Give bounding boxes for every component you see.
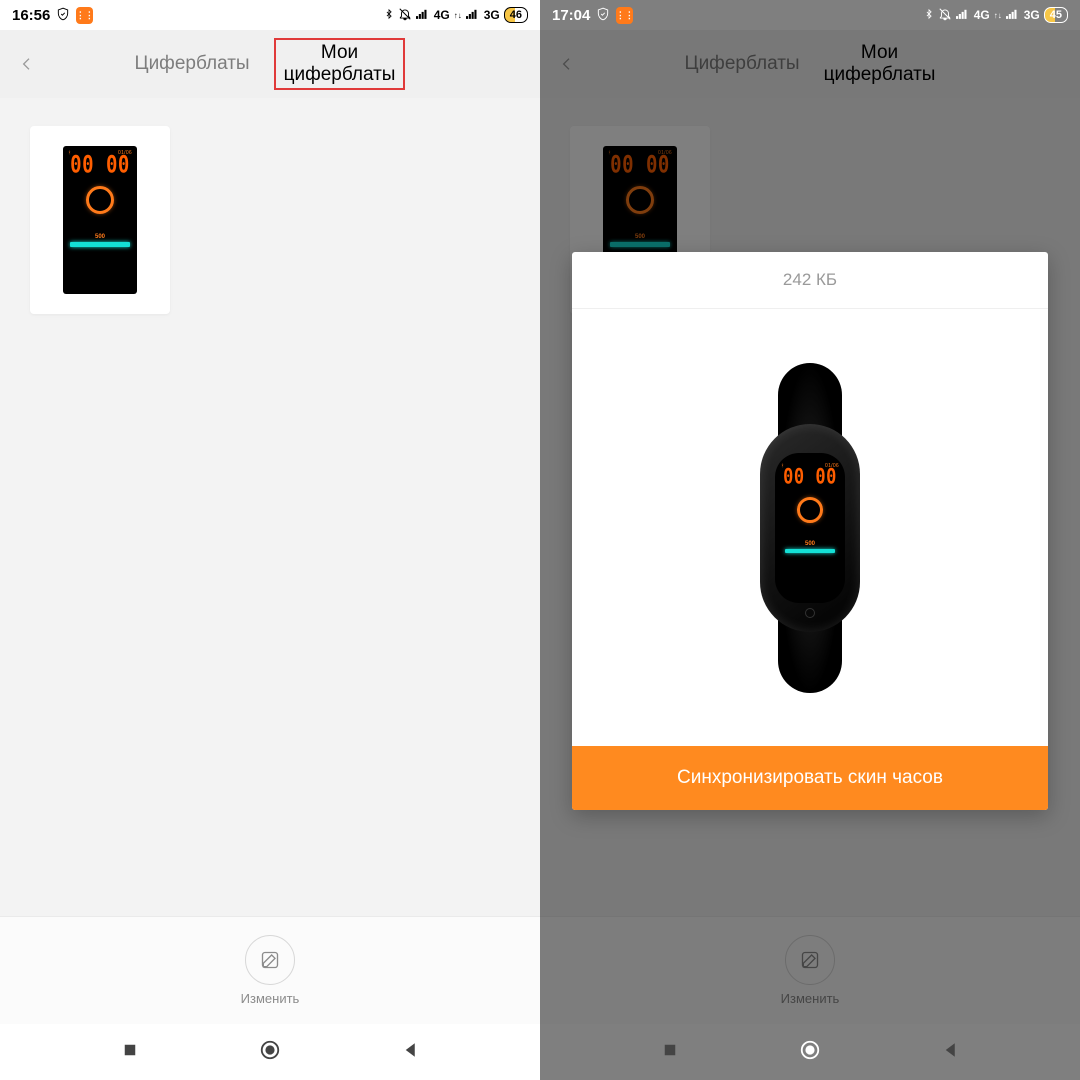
network-2-label: 3G	[484, 8, 500, 22]
app-badge-icon: ⋮⋮	[76, 7, 93, 24]
wf-progress-bar	[70, 242, 130, 247]
nav-back-icon[interactable]	[942, 1041, 960, 1064]
edit-label: Изменить	[241, 991, 300, 1006]
bottom-bar: Изменить	[0, 916, 540, 1024]
tab-my-dials-line1: Мои	[321, 42, 358, 63]
tab-my-dials-line2: циферблаты	[284, 64, 396, 85]
band-body: ᚼ01/06 00 00 500	[760, 424, 860, 632]
edit-label: Изменить	[781, 991, 840, 1006]
watchface-preview: ᚼ01/06 00 00 500	[63, 146, 137, 294]
wf-steps: 500	[805, 541, 815, 547]
wf-steps: 500	[95, 234, 105, 240]
nav-home-icon[interactable]	[259, 1039, 281, 1066]
tab-dials[interactable]: Циферблаты	[685, 53, 800, 75]
wf-digits: 00 00	[70, 151, 130, 179]
modal-body: ᚼ01/06 00 00 500	[572, 309, 1048, 746]
network-2-label: 3G	[1024, 8, 1040, 22]
shield-icon	[56, 7, 70, 24]
wf-progress-bar	[785, 549, 835, 553]
signal-1-icon	[416, 8, 430, 23]
signal-2-icon	[1006, 8, 1020, 23]
arrows-icon-1: ↑↓	[454, 11, 462, 20]
wf-progress-bar	[610, 242, 670, 247]
edit-button[interactable]	[245, 935, 295, 985]
back-button[interactable]	[550, 44, 584, 84]
bluetooth-icon	[384, 7, 394, 24]
content-area: ᚼ01/06 00 00 500	[0, 98, 540, 916]
tab-my-dials[interactable]: Мои циферблаты	[274, 38, 406, 90]
nav-home-icon[interactable]	[799, 1039, 821, 1066]
band-screen: ᚼ01/06 00 00 500	[775, 453, 845, 603]
nav-bar	[0, 1024, 540, 1080]
wf-ring-icon	[797, 497, 823, 523]
edit-button[interactable]	[785, 935, 835, 985]
bluetooth-icon	[924, 7, 934, 24]
app-header: Циферблаты Мои циферблаты	[540, 30, 1080, 98]
battery-indicator: 46	[504, 7, 528, 23]
wf-digits: 00 00	[783, 464, 837, 489]
band-home-button-icon	[805, 608, 815, 618]
status-bar: 17:04 ⋮⋮ 4G ↑↓ 3G 45	[540, 0, 1080, 30]
watchface-modal: 242 КБ ᚼ01/06 00 00 500 Синхронизировать…	[572, 252, 1048, 810]
tab-my-dials-line2: циферблаты	[824, 64, 936, 85]
shield-icon	[596, 7, 610, 24]
arrows-icon-1: ↑↓	[994, 11, 1002, 20]
status-time: 17:04	[552, 7, 590, 24]
wf-digits: 00 00	[610, 151, 670, 179]
nav-recent-icon[interactable]	[121, 1041, 139, 1064]
watchface-card[interactable]: ᚼ01/06 00 00 500	[30, 126, 170, 314]
network-1-label: 4G	[974, 8, 990, 22]
app-header: Циферблаты Мои циферблаты	[0, 30, 540, 98]
battery-indicator: 45	[1044, 7, 1068, 23]
modal-filesize: 242 КБ	[572, 252, 1048, 309]
wf-ring-icon	[86, 186, 114, 214]
wf-ring-icon	[626, 186, 654, 214]
screen-right: 17:04 ⋮⋮ 4G ↑↓ 3G 45 Циферблаты Мои цифе…	[540, 0, 1080, 1080]
dnd-icon	[938, 7, 952, 24]
tab-my-dials-line1: Мои	[861, 42, 898, 63]
status-bar: 16:56 ⋮⋮ 4G ↑↓ 3G 46	[0, 0, 540, 30]
band-image: ᚼ01/06 00 00 500	[745, 358, 875, 698]
dnd-icon	[398, 7, 412, 24]
signal-2-icon	[466, 8, 480, 23]
wf-steps: 500	[635, 234, 645, 240]
sync-button[interactable]: Синхронизировать скин часов	[572, 746, 1048, 810]
nav-bar	[540, 1024, 1080, 1080]
back-button[interactable]	[10, 44, 44, 84]
nav-recent-icon[interactable]	[661, 1041, 679, 1064]
screen-left: 16:56 ⋮⋮ 4G ↑↓ 3G 46 Циферблаты Мои цифе…	[0, 0, 540, 1080]
network-1-label: 4G	[434, 8, 450, 22]
tab-dials[interactable]: Циферблаты	[135, 53, 250, 75]
tab-my-dials[interactable]: Мои циферблаты	[824, 42, 936, 86]
bottom-bar: Изменить	[540, 916, 1080, 1024]
app-badge-icon: ⋮⋮	[616, 7, 633, 24]
signal-1-icon	[956, 8, 970, 23]
nav-back-icon[interactable]	[402, 1041, 420, 1064]
status-time: 16:56	[12, 7, 50, 24]
